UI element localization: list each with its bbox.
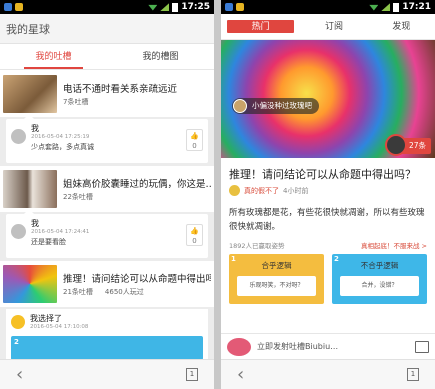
comment-user: 我 xyxy=(31,219,39,228)
tab-discover[interactable]: 发现 xyxy=(368,14,435,39)
thumb-up-icon: 👍 xyxy=(190,227,199,235)
comment-input[interactable]: 立即发射吐槽Biubiu… xyxy=(257,338,409,355)
tab-my-images[interactable]: 我的槽图 xyxy=(107,44,214,69)
page-indicator[interactable]: 1 xyxy=(186,368,198,381)
tab-hot[interactable]: 热门 xyxy=(227,20,295,33)
tab-bar: 我的吐槽 我的槽图 xyxy=(0,44,214,70)
like-count: 0 xyxy=(192,142,197,150)
option-number: 2 xyxy=(14,338,19,346)
stats-row: 1892人已赢取姿势 真相起底！不服来战 > xyxy=(221,234,435,250)
page-title: 我的星球 xyxy=(0,14,214,44)
battery-icon xyxy=(393,2,400,12)
topic-count: 7条吐槽 xyxy=(63,98,89,106)
wifi-icon xyxy=(148,4,158,11)
mascot-icon xyxy=(227,337,251,356)
topic-item[interactable]: 姐妹高价胶囊睡过的玩偶，你这是… 22条吐槽 xyxy=(0,166,214,212)
option-image-text: 乐观呀笑，不对呀？ xyxy=(237,276,316,296)
topic-title: 推理！请问结论可以从命题中得出吗 xyxy=(63,274,211,285)
comment-count-badge[interactable]: 27条 xyxy=(384,134,431,156)
app-notification-icon xyxy=(4,3,12,11)
badge-avatar xyxy=(384,134,407,156)
comment-card[interactable]: 我 2016-05-04 17:24:41 还是要看脸 👍 0 xyxy=(6,209,208,258)
comment-time: 2016-05-04 17:25:19 xyxy=(31,134,90,140)
option-label: 不合乎逻辑 xyxy=(360,261,399,270)
played-count: 1892人已赢取姿势 xyxy=(229,242,285,250)
option-label: 合乎逻辑 xyxy=(261,261,292,270)
post-time: 4小时前 xyxy=(283,186,309,195)
comment-text: 少点套路，多点真诚 xyxy=(31,143,94,151)
badge-label: 27条 xyxy=(408,141,426,150)
comment-text: 还是要看脸 xyxy=(31,238,66,246)
app-notification-icon xyxy=(225,3,233,11)
hero-image[interactable]: 小偏没种过玫瑰吧 27条 xyxy=(221,40,435,158)
chosen-option-preview: 2 xyxy=(11,336,203,359)
avatar xyxy=(11,315,25,329)
like-button[interactable]: 👍 0 xyxy=(186,224,203,246)
topic-count: 21条吐槽 xyxy=(63,288,93,296)
topic-item[interactable]: 推理！请问结论可以从命题中得出吗 21条吐槽 4650人玩过 xyxy=(0,261,214,307)
my-planet-screen: 17:25 我的星球 我的吐槽 我的槽图 电话不通时看关系亲疏远近 7条吐槽 我2… xyxy=(0,0,214,389)
avatar xyxy=(11,129,26,144)
author-name[interactable]: 真的假不了 xyxy=(244,186,279,196)
comment-bar: 立即发射吐槽Biubiu… xyxy=(221,333,435,359)
question-title: 推理！请问结论可以从命题中得出吗？ xyxy=(229,168,416,181)
topic-item[interactable]: 电话不通时看关系亲疏远近 7条吐槽 xyxy=(0,71,214,117)
tab-bar: 热门 订阅 发现 xyxy=(221,14,435,40)
bottom-nav: ‹ 1 xyxy=(0,359,214,389)
topic-title: 姐妹高价胶囊睡过的玩偶，你这是… xyxy=(63,179,211,190)
signal-icon xyxy=(160,3,170,11)
clock: 17:25 xyxy=(181,2,210,12)
bottom-nav: ‹ 1 xyxy=(221,359,435,389)
notification-icon xyxy=(236,3,244,11)
thumb-up-icon: 👍 xyxy=(190,132,199,140)
avatar xyxy=(11,224,26,239)
tab-my-complaints[interactable]: 我的吐槽 xyxy=(0,44,107,69)
comment-card[interactable]: 我选择了 2016-05-04 17:10:08 2 xyxy=(6,309,208,359)
page-indicator[interactable]: 1 xyxy=(407,368,419,381)
topic-played: 4650人玩过 xyxy=(104,288,144,296)
answer-options: 1 合乎逻辑 乐观呀笑，不对呀？ 2 不合乎逻辑 合并，没错？ xyxy=(221,250,435,304)
challenge-link[interactable]: 真相起底！不服来战 > xyxy=(361,240,427,250)
back-icon[interactable]: ‹ xyxy=(16,365,23,384)
option-illogical[interactable]: 2 不合乎逻辑 合并，没错？ xyxy=(332,254,427,304)
comment-card[interactable]: 我 2016-05-04 17:25:19 少点套路，多点真诚 👍 0 xyxy=(6,114,208,163)
category-chip[interactable]: 小偏没种过玫瑰吧 xyxy=(232,98,319,114)
comment-time: 2016-05-04 17:24:41 xyxy=(31,229,90,235)
category-avatar xyxy=(233,99,247,113)
wifi-icon xyxy=(369,4,379,11)
status-bar: 17:21 xyxy=(221,0,435,14)
like-button[interactable]: 👍 0 xyxy=(186,129,203,151)
share-icon[interactable] xyxy=(415,340,429,353)
topic-thumbnail xyxy=(3,265,57,303)
byline: 真的假不了 4小时前 xyxy=(221,185,435,196)
notification-icon xyxy=(15,3,23,11)
like-count: 0 xyxy=(192,237,197,245)
option-logical[interactable]: 1 合乎逻辑 乐观呀笑，不对呀？ xyxy=(229,254,324,304)
question-body: 所有玫瑰都是花，有些花很快就凋谢，所以有些玫瑰很快就凋谢。 xyxy=(229,208,425,232)
comment-time: 2016-05-04 17:10:08 xyxy=(30,324,89,330)
topic-detail-screen: 17:21 热门 订阅 发现 小偏没种过玫瑰吧 27条 推理！请问结论可以从命题… xyxy=(221,0,435,389)
topic-title: 电话不通时看关系亲疏远近 xyxy=(63,84,178,95)
status-bar: 17:25 xyxy=(0,0,214,14)
option-image-text: 合并，没错？ xyxy=(340,276,419,296)
tab-subscribe[interactable]: 订阅 xyxy=(300,14,367,39)
feed-list[interactable]: 电话不通时看关系亲疏远近 7条吐槽 我 2016-05-04 17:25:19 少点套… xyxy=(0,71,214,359)
back-icon[interactable]: ‹ xyxy=(237,365,244,384)
topic-thumbnail xyxy=(3,170,57,208)
battery-icon xyxy=(172,2,179,12)
topic-thumbnail xyxy=(3,75,57,113)
clock: 17:21 xyxy=(402,2,431,12)
signal-icon xyxy=(381,3,391,11)
comment-user: 我选择了 xyxy=(30,314,62,323)
topic-count: 22条吐槽 xyxy=(63,193,93,201)
author-avatar[interactable] xyxy=(229,185,240,196)
category-label: 小偏没种过玫瑰吧 xyxy=(252,101,312,110)
comment-user: 我 xyxy=(31,124,39,133)
